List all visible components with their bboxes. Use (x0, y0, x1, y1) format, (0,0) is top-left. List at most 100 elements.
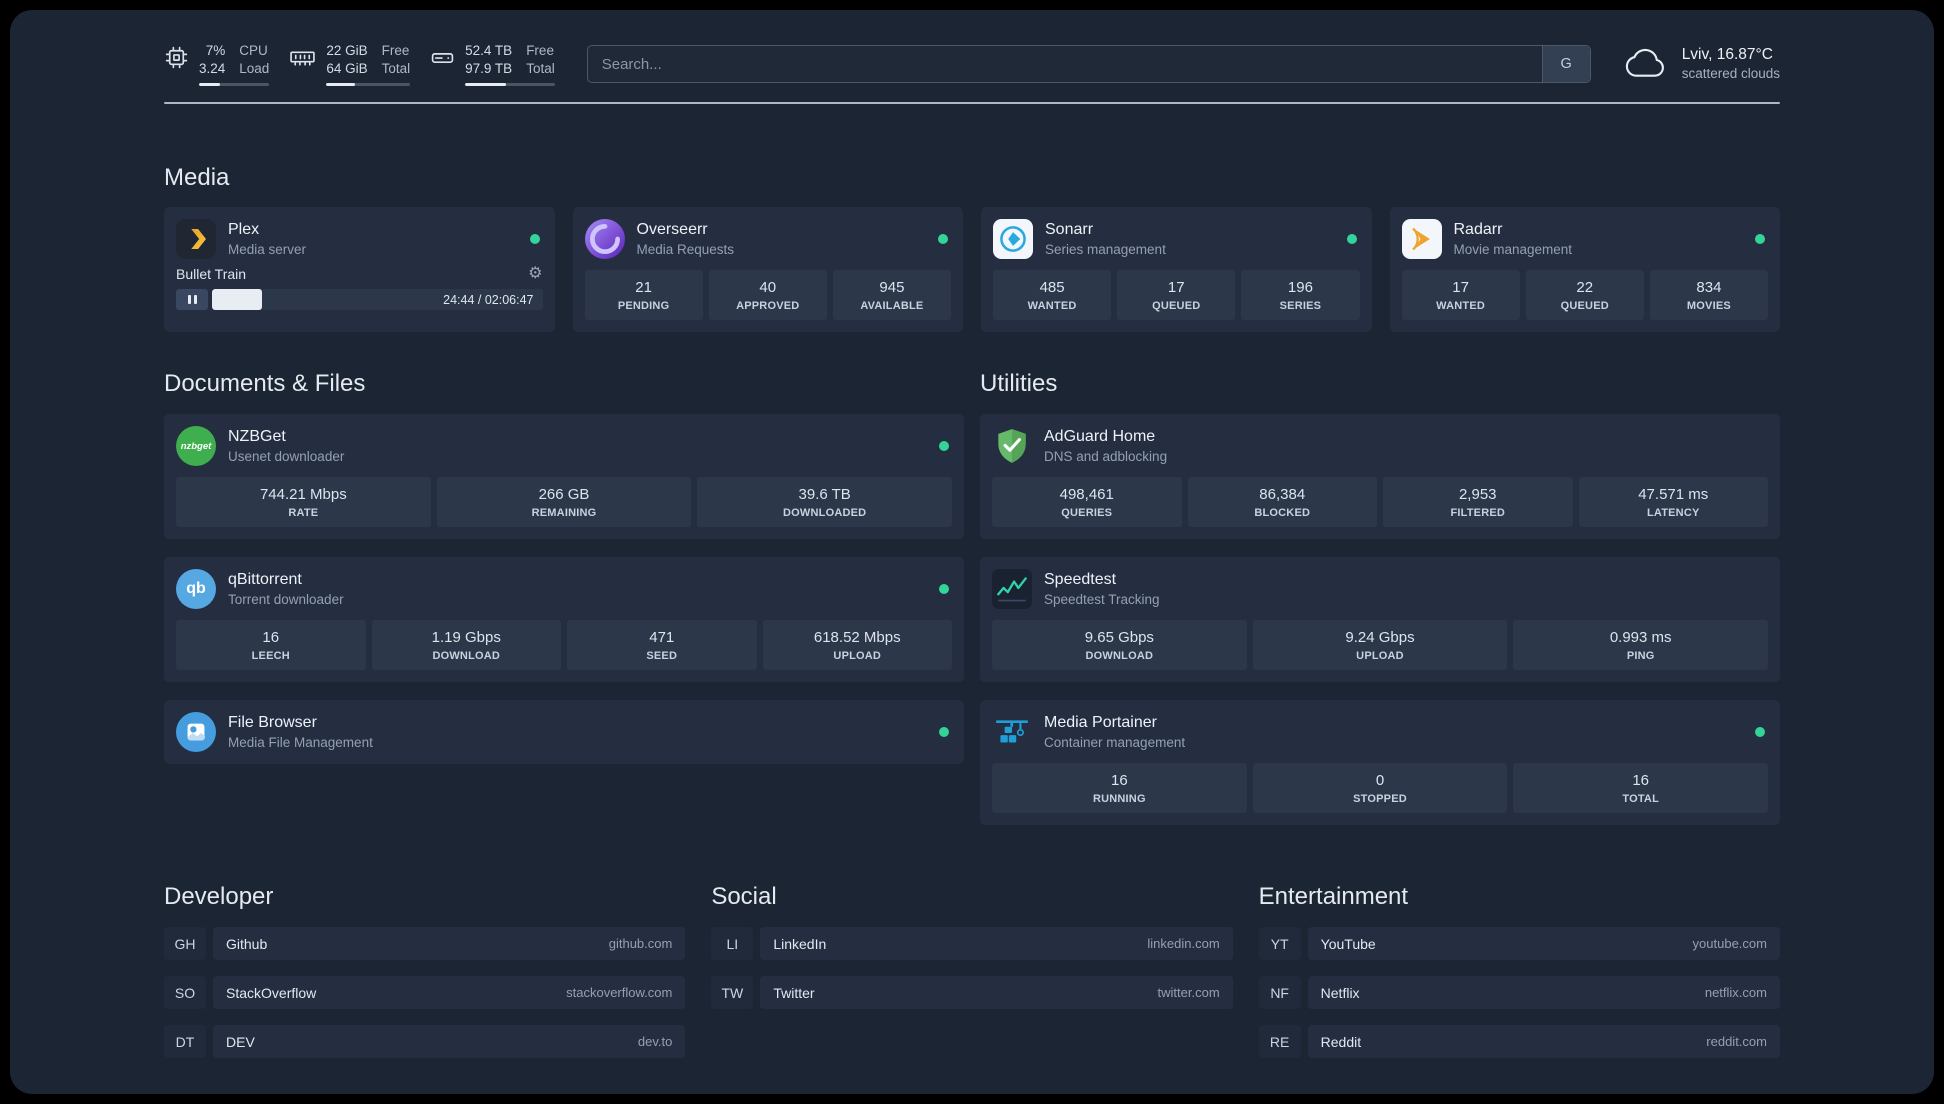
service-card-plex[interactable]: Plex Media server Bullet Train ⚙ 24:44 /… (164, 207, 555, 332)
stat-series: 196 SERIES (1241, 270, 1360, 320)
stat-total: 16 TOTAL (1513, 763, 1769, 813)
bookmark-url: netflix.com (1704, 985, 1767, 1000)
overseerr-icon (584, 219, 625, 259)
now-playing-title: Bullet Train (176, 266, 247, 282)
stat-leech: 16 LEECH (176, 620, 366, 670)
memory-free-value: 22 GiB (326, 43, 368, 58)
stat-download: 9.65 Gbps DOWNLOAD (992, 620, 1247, 670)
nzbget-icon: nzbget (176, 426, 216, 466)
bookmark-url: stackoverflow.com (566, 985, 673, 1000)
service-card-overseerr[interactable]: Overseerr Media Requests 21 PENDING 40 A… (572, 207, 963, 332)
speedtest-icon (992, 569, 1032, 609)
adguard-icon (992, 426, 1032, 466)
bookmark-abbr: TW (711, 976, 754, 1009)
memory-total-label: Total (381, 61, 411, 76)
stat-movies: 834 MOVIES (1649, 270, 1769, 320)
playback-progress-bar[interactable]: 24:44 / 02:06:47 (212, 289, 543, 310)
topbar: 7% 3.24 CPU Load 22 GiB 64 GiB Free Tota… (164, 42, 1780, 86)
cpu-widget: 7% 3.24 CPU Load (164, 42, 270, 86)
disk-widget: 52.4 TB 97.9 TB Free Total (430, 42, 555, 86)
dashboard-app: 7% 3.24 CPU Load 22 GiB 64 GiB Free Tota… (10, 10, 1934, 1094)
service-desc: Media File Management (228, 735, 373, 750)
service-card-radarr[interactable]: Radarr Movie management 17 WANTED 22 QUE… (1389, 207, 1780, 332)
memory-free-label: Free (381, 43, 410, 58)
group-title-entertainment: Entertainment (1258, 883, 1409, 910)
service-card-adguard[interactable]: AdGuard Home DNS and adblocking 498,461 … (980, 414, 1780, 539)
cpu-icon (164, 45, 189, 70)
topbar-divider (164, 102, 1780, 104)
service-desc: Usenet downloader (228, 449, 345, 464)
media-group: Plex Media server Bullet Train ⚙ 24:44 /… (164, 207, 1780, 332)
service-name: Sonarr (1045, 221, 1094, 238)
bookmark-url: linkedin.com (1147, 936, 1220, 951)
stat-pending: 21 PENDING (584, 270, 703, 320)
disk-total-label: Total (526, 61, 555, 76)
memory-usage-bar (326, 83, 411, 86)
status-dot (1346, 234, 1357, 244)
service-card-qbittorrent[interactable]: qb qBittorrent Torrent downloader 16 LEE… (164, 557, 964, 682)
bookmark-netflix[interactable]: NF Netflix netflix.com (1258, 976, 1780, 1009)
stat-wanted: 17 WANTED (1401, 270, 1520, 320)
memory-widget: 22 GiB 64 GiB Free Total (289, 42, 411, 86)
bookmark-label: YouTube (1320, 935, 1376, 952)
service-desc: DNS and adblocking (1044, 449, 1168, 464)
bookmark-group-developer: Developer GH Github github.com SO StackO… (164, 883, 686, 1074)
bookmark-abbr: LI (711, 927, 754, 960)
bookmark-dev[interactable]: DT DEV dev.to (164, 1025, 686, 1058)
utilities-column: Utilities AdGuard Home DNS and adblockin… (980, 370, 1780, 825)
status-dot (939, 441, 949, 451)
bookmark-linkedin[interactable]: LI LinkedIn linkedin.com (711, 927, 1233, 960)
radarr-icon (1401, 219, 1442, 259)
bookmark-abbr: SO (164, 976, 206, 1009)
bookmark-github[interactable]: GH Github github.com (164, 927, 686, 960)
stat-queries: 498,461 QUERIES (992, 477, 1182, 527)
stat-remaining: 266 GB REMAINING (436, 477, 692, 527)
portainer-icon (992, 712, 1032, 752)
service-name: NZBGet (228, 428, 286, 445)
service-name: Radarr (1453, 221, 1503, 238)
stat-filtered: 2,953 FILTERED (1383, 477, 1573, 527)
service-card-sonarr[interactable]: Sonarr Series management 485 WANTED 17 Q… (981, 207, 1372, 332)
service-desc: Torrent downloader (228, 592, 344, 607)
bookmark-youtube[interactable]: YT YouTube youtube.com (1258, 927, 1780, 960)
pause-button[interactable] (176, 289, 208, 310)
bookmark-stackoverflow[interactable]: SO StackOverflow stackoverflow.com (164, 976, 686, 1009)
service-desc: Speedtest Tracking (1044, 592, 1160, 607)
disk-free-label: Free (526, 43, 554, 58)
stat-downloaded: 39.6 TB DOWNLOADED (697, 477, 953, 527)
gear-icon[interactable]: ⚙ (528, 266, 542, 282)
filebrowser-icon (176, 712, 216, 752)
service-card-nzbget[interactable]: nzbget NZBGet Usenet downloader 744.21 M… (164, 414, 964, 539)
group-title-social: Social (711, 883, 777, 910)
bookmark-label: DEV (226, 1033, 255, 1050)
status-dot (939, 584, 949, 594)
service-card-speedtest[interactable]: Speedtest Speedtest Tracking 9.65 Gbps D… (980, 557, 1780, 682)
cpu-load-label: Load (239, 61, 270, 76)
cpu-percent: 7% (205, 43, 226, 58)
search-input[interactable] (587, 46, 1542, 82)
playback-time: 24:44 / 02:06:47 (443, 292, 534, 307)
status-dot (1755, 727, 1765, 737)
bookmark-url: dev.to (637, 1034, 673, 1049)
service-card-filebrowser[interactable]: File Browser Media File Management (164, 700, 964, 764)
bookmark-label: LinkedIn (773, 935, 827, 952)
stat-upload: 9.24 Gbps UPLOAD (1252, 620, 1508, 670)
bookmark-reddit[interactable]: RE Reddit reddit.com (1258, 1025, 1780, 1058)
group-title-media: Media (164, 164, 230, 191)
stat-upload: 618.52 Mbps UPLOAD (762, 620, 952, 670)
bookmark-twitter[interactable]: TW Twitter twitter.com (711, 976, 1233, 1009)
bookmark-label: StackOverflow (226, 984, 317, 1001)
service-card-portainer[interactable]: Media Portainer Container management 16 … (980, 700, 1780, 825)
weather-condition: scattered clouds (1681, 66, 1780, 81)
search-provider-button[interactable]: G (1541, 46, 1590, 82)
group-title-utilities: Utilities (980, 370, 1058, 397)
stat-seed: 471 SEED (567, 620, 757, 670)
bookmark-group-social: Social LI LinkedIn linkedin.com TW Twitt… (711, 883, 1233, 1074)
stat-download: 1.19 Gbps DOWNLOAD (371, 620, 561, 670)
bookmark-abbr: DT (164, 1025, 206, 1058)
group-title-developer: Developer (164, 883, 274, 910)
weather-widget: Lviv, 16.87°C scattered clouds (1621, 45, 1780, 83)
status-dot (938, 234, 948, 244)
disk-total-value: 97.9 TB (465, 61, 513, 76)
bookmark-group-entertainment: Entertainment YT YouTube youtube.com NF … (1258, 883, 1780, 1074)
